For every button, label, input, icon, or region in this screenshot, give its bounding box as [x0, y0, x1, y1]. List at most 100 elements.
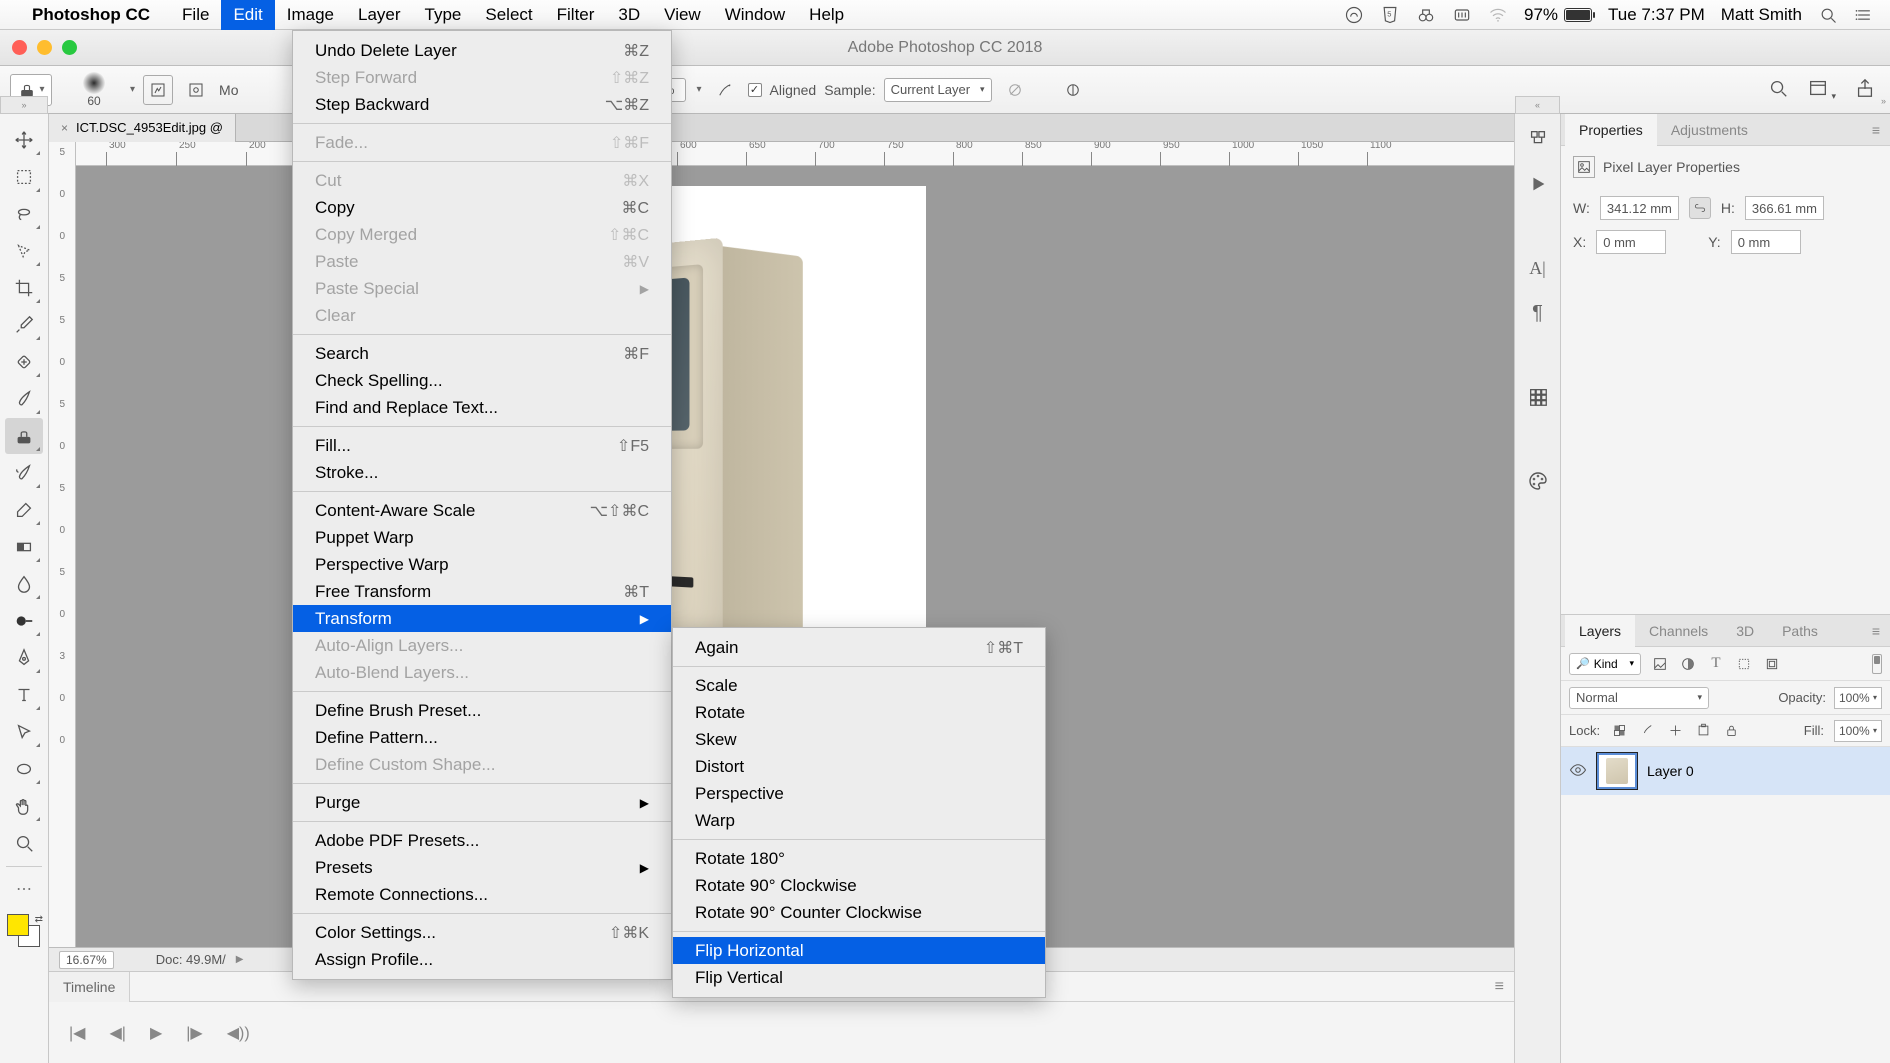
brush-preset-picker[interactable]: 60 [68, 72, 120, 108]
lasso-tool[interactable] [5, 196, 43, 232]
foreground-color-swatch[interactable] [7, 914, 29, 936]
menu-help[interactable]: Help [797, 0, 856, 30]
menu-list-icon[interactable] [1854, 5, 1874, 25]
menu-item-perspective[interactable]: Perspective [673, 780, 1045, 807]
document-tab[interactable]: × ICT.DSC_4953Edit.jpg @ [49, 114, 236, 142]
eraser-tool[interactable] [5, 492, 43, 528]
filter-toggle[interactable] [1872, 654, 1882, 674]
menu-item-color-settings[interactable]: Color Settings...⇧⌘K [293, 919, 671, 946]
lock-transparency-icon[interactable] [1610, 722, 1628, 740]
link-wh-button[interactable] [1689, 197, 1711, 219]
paths-tab[interactable]: Paths [1768, 615, 1832, 647]
menu-item-define-pattern[interactable]: Define Pattern... [293, 724, 671, 751]
adjustments-tab[interactable]: Adjustments [1657, 114, 1762, 146]
menu-3d[interactable]: 3D [606, 0, 652, 30]
width-input[interactable]: 341.12 mm [1600, 196, 1679, 220]
aligned-checkbox[interactable] [748, 83, 762, 97]
menu-item-search[interactable]: Search⌘F [293, 340, 671, 367]
menu-file[interactable]: File [170, 0, 221, 30]
pen-tool[interactable] [5, 640, 43, 676]
menu-item-warp[interactable]: Warp [673, 807, 1045, 834]
search-button[interactable] [1767, 77, 1789, 102]
menu-item-copy[interactable]: Copy⌘C [293, 194, 671, 221]
character-panel-icon[interactable]: A| [1525, 255, 1551, 281]
brush-dropdown-icon[interactable]: ▾ [130, 84, 135, 95]
menu-item-rotate-90-clockwise[interactable]: Rotate 90° Clockwise [673, 872, 1045, 899]
crop-tool[interactable] [5, 270, 43, 306]
filter-type-icon[interactable]: T [1707, 655, 1725, 673]
paragraph-panel-icon[interactable]: ¶ [1525, 300, 1551, 326]
creative-cloud-icon[interactable] [1344, 5, 1364, 25]
swatches-panel-icon[interactable] [1525, 384, 1551, 410]
menu-item-perspective-warp[interactable]: Perspective Warp [293, 551, 671, 578]
menu-item-presets[interactable]: Presets▶ [293, 854, 671, 881]
lock-artboard-icon[interactable] [1694, 722, 1712, 740]
edit-toolbar-button[interactable]: ⋯ [5, 871, 43, 907]
toggle-brush-panel-button[interactable] [143, 75, 173, 105]
menu-layer[interactable]: Layer [346, 0, 413, 30]
swap-colors-icon[interactable]: ⇄ [35, 914, 43, 925]
menu-item-check-spelling[interactable]: Check Spelling... [293, 367, 671, 394]
menu-item-define-brush-preset[interactable]: Define Brush Preset... [293, 697, 671, 724]
binoculars-icon[interactable] [1416, 5, 1436, 25]
menubar-user[interactable]: Matt Smith [1721, 5, 1802, 25]
doc-info-arrow-icon[interactable]: ▶ [236, 954, 244, 965]
menu-item-adobe-pdf-presets[interactable]: Adobe PDF Presets... [293, 827, 671, 854]
menu-image[interactable]: Image [275, 0, 346, 30]
layers-tab[interactable]: Layers [1565, 615, 1635, 647]
menu-view[interactable]: View [652, 0, 713, 30]
menu-item-again[interactable]: Again⇧⌘T [673, 634, 1045, 661]
airbrush-button[interactable] [710, 75, 740, 105]
blur-tool[interactable] [5, 566, 43, 602]
3d-tab[interactable]: 3D [1722, 615, 1768, 647]
window-minimize-button[interactable] [37, 40, 52, 55]
html5-icon[interactable]: 5 [1380, 5, 1400, 25]
prev-frame-button[interactable]: ◀| [109, 1023, 125, 1043]
menu-item-distort[interactable]: Distort [673, 753, 1045, 780]
x-input[interactable]: 0 mm [1596, 230, 1666, 254]
menubar-clock[interactable]: Tue 7:37 PM [1608, 5, 1705, 25]
opacity-input[interactable]: 100%▾ [1834, 687, 1882, 709]
move-tool[interactable] [5, 122, 43, 158]
menu-item-rotate-180[interactable]: Rotate 180° [673, 845, 1045, 872]
hand-tool[interactable] [5, 788, 43, 824]
layer-thumbnail[interactable] [1597, 753, 1637, 789]
next-frame-button[interactable]: |▶ [186, 1023, 202, 1043]
menu-item-undo-delete-layer[interactable]: Undo Delete Layer⌘Z [293, 37, 671, 64]
ignore-adjustment-button[interactable] [1000, 75, 1030, 105]
dodge-tool[interactable] [5, 603, 43, 639]
history-brush-tool[interactable] [5, 455, 43, 491]
doc-info[interactable]: Doc: 49.9M/ [156, 952, 226, 967]
layers-menu-icon[interactable]: ≡ [1872, 623, 1880, 639]
menu-item-assign-profile[interactable]: Assign Profile... [293, 946, 671, 973]
properties-menu-icon[interactable]: ≡ [1872, 122, 1880, 138]
blend-mode-select[interactable]: Normal▾ [1569, 687, 1709, 709]
healing-brush-tool[interactable] [5, 344, 43, 380]
menu-item-puppet-warp[interactable]: Puppet Warp [293, 524, 671, 551]
layer-filter-kind[interactable]: 🔎Kind▾ [1569, 653, 1641, 675]
menu-item-free-transform[interactable]: Free Transform⌘T [293, 578, 671, 605]
pressure-opacity-button[interactable] [1058, 75, 1088, 105]
menu-item-find-and-replace-text[interactable]: Find and Replace Text... [293, 394, 671, 421]
menu-item-rotate[interactable]: Rotate [673, 699, 1045, 726]
panel-collapse-icon[interactable]: » [1881, 96, 1886, 106]
menu-edit[interactable]: Edit [221, 0, 274, 30]
timeline-tab[interactable]: Timeline [49, 972, 130, 1002]
menu-item-flip-horizontal[interactable]: Flip Horizontal [673, 937, 1045, 964]
menu-item-skew[interactable]: Skew [673, 726, 1045, 753]
document-layout-button[interactable]: ▾ [1807, 77, 1836, 102]
type-tool[interactable] [5, 677, 43, 713]
menu-item-flip-vertical[interactable]: Flip Vertical [673, 964, 1045, 991]
battery-status[interactable]: 97% [1524, 5, 1592, 25]
filter-adjustment-icon[interactable] [1679, 655, 1697, 673]
lock-all-icon[interactable] [1722, 722, 1740, 740]
window-close-button[interactable] [12, 40, 27, 55]
layer-row[interactable]: Layer 0 [1561, 747, 1890, 795]
menu-filter[interactable]: Filter [545, 0, 607, 30]
menu-item-content-aware-scale[interactable]: Content-Aware Scale⌥⇧⌘C [293, 497, 671, 524]
actions-panel-icon[interactable] [1525, 171, 1551, 197]
menu-item-transform[interactable]: Transform▶ [293, 605, 671, 632]
menu-item-purge[interactable]: Purge▶ [293, 789, 671, 816]
channels-tab[interactable]: Channels [1635, 615, 1722, 647]
menu-window[interactable]: Window [713, 0, 797, 30]
